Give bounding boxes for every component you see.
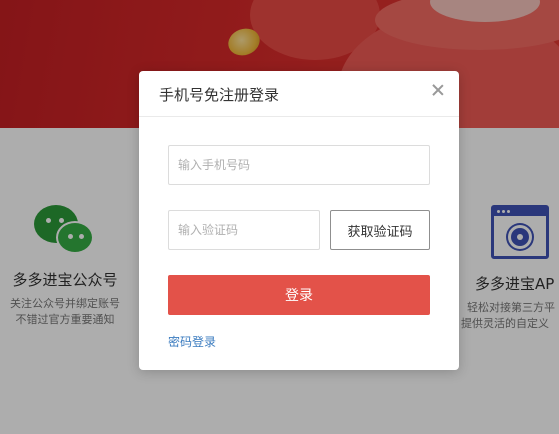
- password-login-link[interactable]: 密码登录: [168, 333, 216, 350]
- dialog-header: 手机号免注册登录: [139, 71, 459, 117]
- dialog-title: 手机号免注册登录: [159, 86, 280, 104]
- login-button[interactable]: 登录: [168, 275, 430, 315]
- login-dialog: 手机号免注册登录 获取验证码 登录 密码登录: [139, 71, 459, 370]
- close-icon[interactable]: [431, 83, 445, 97]
- phone-input[interactable]: [168, 145, 430, 185]
- verification-code-input[interactable]: [168, 210, 320, 250]
- get-code-button[interactable]: 获取验证码: [330, 210, 430, 250]
